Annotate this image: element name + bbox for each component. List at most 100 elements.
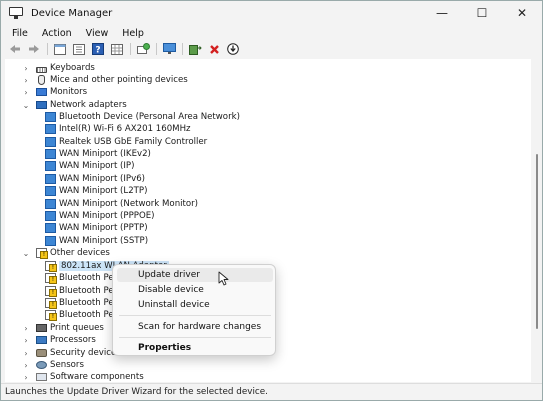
- toolbar-separator: [47, 43, 48, 55]
- minimize-button[interactable]: —: [422, 1, 462, 25]
- network-adapter-icon: [45, 223, 56, 233]
- network-adapter-icon: [45, 149, 56, 159]
- update-driver-menu-item[interactable]: Update driver: [117, 268, 273, 282]
- close-button[interactable]: ✕: [502, 1, 542, 25]
- scrollbar-thumb[interactable]: [536, 154, 538, 329]
- back-arrow-icon[interactable]: [7, 42, 23, 56]
- uninstall-device-menu-item[interactable]: Uninstall device: [117, 298, 273, 312]
- tree-item-network-adapters[interactable]: ⌄ Network adapters: [22, 99, 127, 111]
- tree-item-label: Print queues: [50, 323, 104, 333]
- chevron-right-icon[interactable]: ›: [22, 74, 30, 86]
- network-adapter-icon: [45, 186, 56, 196]
- chevron-down-icon[interactable]: ⌄: [22, 99, 30, 111]
- monitor-icon[interactable]: [161, 42, 177, 56]
- menu-help[interactable]: Help: [115, 28, 151, 39]
- status-bar: Launches the Update Driver Wizard for th…: [1, 383, 542, 400]
- tree-item-keyboards[interactable]: › Keyboards: [22, 62, 95, 74]
- chevron-right-icon[interactable]: ›: [22, 86, 30, 98]
- tree-item-sensors[interactable]: › Sensors: [22, 359, 84, 371]
- grid-view-icon[interactable]: [109, 42, 125, 56]
- tree-item-print-queues[interactable]: › Print queues: [22, 322, 104, 334]
- network-adapter-icon: [45, 137, 56, 147]
- device-manager-app-icon: [9, 7, 23, 19]
- tree-item-bluetooth-per-3[interactable]: Bluetooth Per: [39, 297, 117, 309]
- sensor-icon: [36, 361, 47, 369]
- chevron-down-icon[interactable]: ⌄: [22, 247, 30, 259]
- scan-hardware-icon[interactable]: [135, 42, 151, 56]
- warning-device-icon: [45, 298, 57, 309]
- tree-item-wan-l2tp[interactable]: WAN Miniport (L2TP): [39, 185, 147, 197]
- chevron-right-icon[interactable]: ›: [22, 334, 30, 346]
- uninstall-x-icon[interactable]: [206, 42, 222, 56]
- tree-item-bluetooth-pan[interactable]: Bluetooth Device (Personal Area Network): [39, 111, 240, 123]
- tree-item-processors[interactable]: › Processors: [22, 334, 96, 346]
- chevron-right-icon[interactable]: ›: [22, 322, 30, 334]
- tree-item-intel-wifi[interactable]: Intel(R) Wi-Fi 6 AX201 160MHz: [39, 123, 191, 135]
- update-driver-icon[interactable]: [187, 42, 203, 56]
- chevron-right-icon[interactable]: ›: [22, 371, 30, 382]
- disable-device-menu-item[interactable]: Disable device: [117, 283, 273, 297]
- menu-file[interactable]: File: [5, 28, 35, 39]
- tree-item-security-devices[interactable]: › Security devices: [22, 347, 121, 359]
- tree-view-icon[interactable]: [71, 42, 87, 56]
- tree-item-wan-ikev2[interactable]: WAN Miniport (IKEv2): [39, 148, 151, 160]
- toolbar-separator: [130, 43, 131, 55]
- window-title: Device Manager: [31, 7, 113, 19]
- tree-item-label: WAN Miniport (IP): [59, 161, 135, 171]
- tree-item-mice[interactable]: › Mice and other pointing devices: [22, 74, 188, 86]
- menu-action[interactable]: Action: [35, 28, 79, 39]
- mouse-cursor-icon: [218, 271, 229, 286]
- scan-hardware-menu-item[interactable]: Scan for hardware changes: [117, 320, 273, 334]
- tree-item-bluetooth-per-4[interactable]: Bluetooth Per: [39, 309, 117, 321]
- menu-view[interactable]: View: [79, 28, 116, 39]
- processor-icon: [36, 336, 47, 344]
- network-adapter-icon: [45, 236, 56, 246]
- tree-item-wan-netmon[interactable]: WAN Miniport (Network Monitor): [39, 198, 198, 210]
- tree-item-label: Keyboards: [50, 63, 95, 73]
- warning-device-icon: [45, 310, 57, 321]
- tree-item-wan-sstp[interactable]: WAN Miniport (SSTP): [39, 235, 148, 247]
- tree-item-realtek[interactable]: Realtek USB GbE Family Controller: [39, 136, 207, 148]
- network-adapter-icon: [36, 101, 47, 109]
- tree-item-label: Bluetooth Per: [59, 273, 118, 283]
- network-adapter-icon: [45, 211, 56, 221]
- tree-item-wan-pppoe[interactable]: WAN Miniport (PPPOE): [39, 210, 155, 222]
- security-device-icon: [36, 349, 47, 357]
- toolbar: ?: [1, 41, 542, 57]
- tree-item-bluetooth-per-1[interactable]: Bluetooth Per: [39, 272, 117, 284]
- tree-item-other-devices[interactable]: ⌄ Other devices: [22, 247, 110, 259]
- forward-arrow-icon[interactable]: [26, 42, 42, 56]
- chevron-right-icon[interactable]: ›: [22, 347, 30, 359]
- printer-icon: [36, 324, 47, 332]
- title-bar[interactable]: Device Manager — ☐ ✕: [1, 1, 542, 25]
- network-adapter-icon: [45, 199, 56, 209]
- tree-item-label: Security devices: [50, 348, 121, 358]
- chevron-right-icon[interactable]: ›: [22, 62, 30, 74]
- tree-item-wan-ip[interactable]: WAN Miniport (IP): [39, 160, 134, 172]
- network-adapter-icon: [45, 124, 56, 134]
- tree-item-label: Bluetooth Per: [59, 310, 118, 320]
- tree-item-label: Mice and other pointing devices: [50, 75, 188, 85]
- download-icon[interactable]: [225, 42, 241, 56]
- tree-item-label: Processors: [50, 335, 96, 345]
- maximize-button[interactable]: ☐: [462, 1, 502, 25]
- monitor-icon: [36, 88, 47, 96]
- tree-item-label: WAN Miniport (L2TP): [59, 186, 148, 196]
- properties-window-icon[interactable]: [52, 42, 68, 56]
- tree-item-wan-pptp[interactable]: WAN Miniport (PPTP): [39, 222, 148, 234]
- toolbar-separator: [156, 43, 157, 55]
- tree-item-wan-ipv6[interactable]: WAN Miniport (IPv6): [39, 173, 145, 185]
- tree-item-label: Other devices: [50, 248, 110, 258]
- chevron-right-icon[interactable]: ›: [22, 359, 30, 371]
- software-component-icon: [36, 373, 47, 381]
- network-adapter-icon: [45, 112, 56, 122]
- tree-item-label: WAN Miniport (SSTP): [59, 236, 149, 246]
- vertical-scrollbar[interactable]: [532, 59, 540, 382]
- tree-item-label: Sensors: [50, 360, 84, 370]
- keyboard-icon: [36, 67, 47, 73]
- help-icon[interactable]: ?: [90, 42, 106, 56]
- tree-item-monitors[interactable]: › Monitors: [22, 86, 87, 98]
- properties-menu-item[interactable]: Properties: [117, 341, 273, 355]
- tree-item-software-components[interactable]: › Software components: [22, 371, 143, 382]
- tree-item-bluetooth-per-2[interactable]: Bluetooth Per: [39, 285, 117, 297]
